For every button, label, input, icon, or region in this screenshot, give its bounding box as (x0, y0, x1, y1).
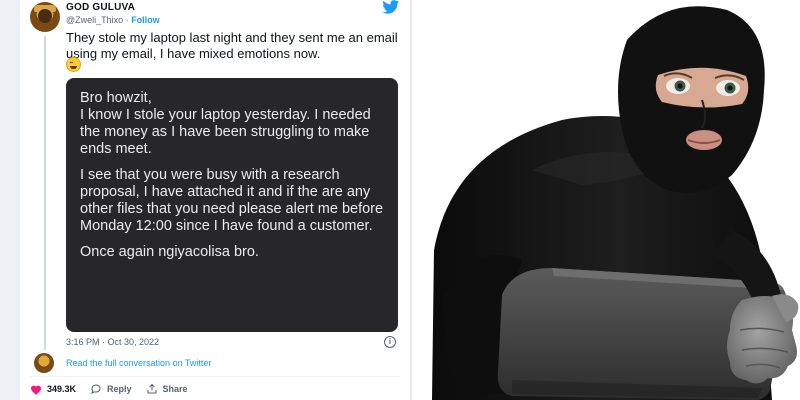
tweet-actions: 349.3K Reply Share (30, 382, 202, 396)
avatar[interactable] (30, 2, 60, 32)
likes-count: 349.3K (47, 384, 77, 394)
display-name[interactable]: GOD GULUVA (66, 2, 135, 13)
follow-button[interactable]: Follow (131, 15, 160, 25)
gloved-hand (727, 294, 799, 384)
page-margin (0, 0, 20, 400)
read-full-conversation-link[interactable]: Read the full conversation on Twitter (66, 358, 211, 368)
like-button[interactable]: 349.3K (30, 384, 76, 395)
action-divider (30, 376, 400, 377)
handle-row: @Zweli_Thixo · Follow (66, 15, 160, 25)
image-text-paragraph-1: Bro howzit, I know I stole your laptop y… (80, 90, 371, 157)
twitter-bird-icon[interactable] (382, 0, 400, 14)
image-text-paragraph-2: I see that you were busy with a research… (80, 167, 384, 234)
thread-line (44, 36, 46, 350)
mouth-opening (686, 130, 722, 150)
reply-button[interactable]: Reply (90, 383, 132, 395)
tweet-timestamp[interactable]: 3:16 PM · Oct 30, 2022 (66, 337, 159, 347)
share-icon (147, 383, 157, 394)
share-button[interactable]: Share (146, 383, 188, 395)
reply-avatar (34, 353, 54, 373)
tweet-text: They stole my laptop last night and they… (66, 30, 398, 61)
masked-thief-photo (412, 0, 800, 400)
reply-label: Reply (107, 384, 132, 394)
user-handle[interactable]: @Zweli_Thixo (66, 15, 123, 25)
tweet-image-email-screenshot[interactable]: Bro howzit, I know I stole your laptop y… (66, 78, 398, 332)
thief-illustration (432, 6, 799, 400)
avatar-face (38, 9, 52, 23)
heart-icon (31, 385, 41, 395)
weary-face-emoji-icon (66, 57, 81, 72)
share-label: Share (162, 384, 188, 394)
handle-separator: · (125, 15, 129, 25)
image-text-paragraph-3: Once again ngiyacolisa bro. (80, 244, 259, 260)
reply-bubble-icon (91, 384, 101, 395)
tweet-embed: GOD GULUVA @Zweli_Thixo · Follow They st… (20, 0, 410, 400)
info-icon[interactable]: i (384, 336, 396, 348)
